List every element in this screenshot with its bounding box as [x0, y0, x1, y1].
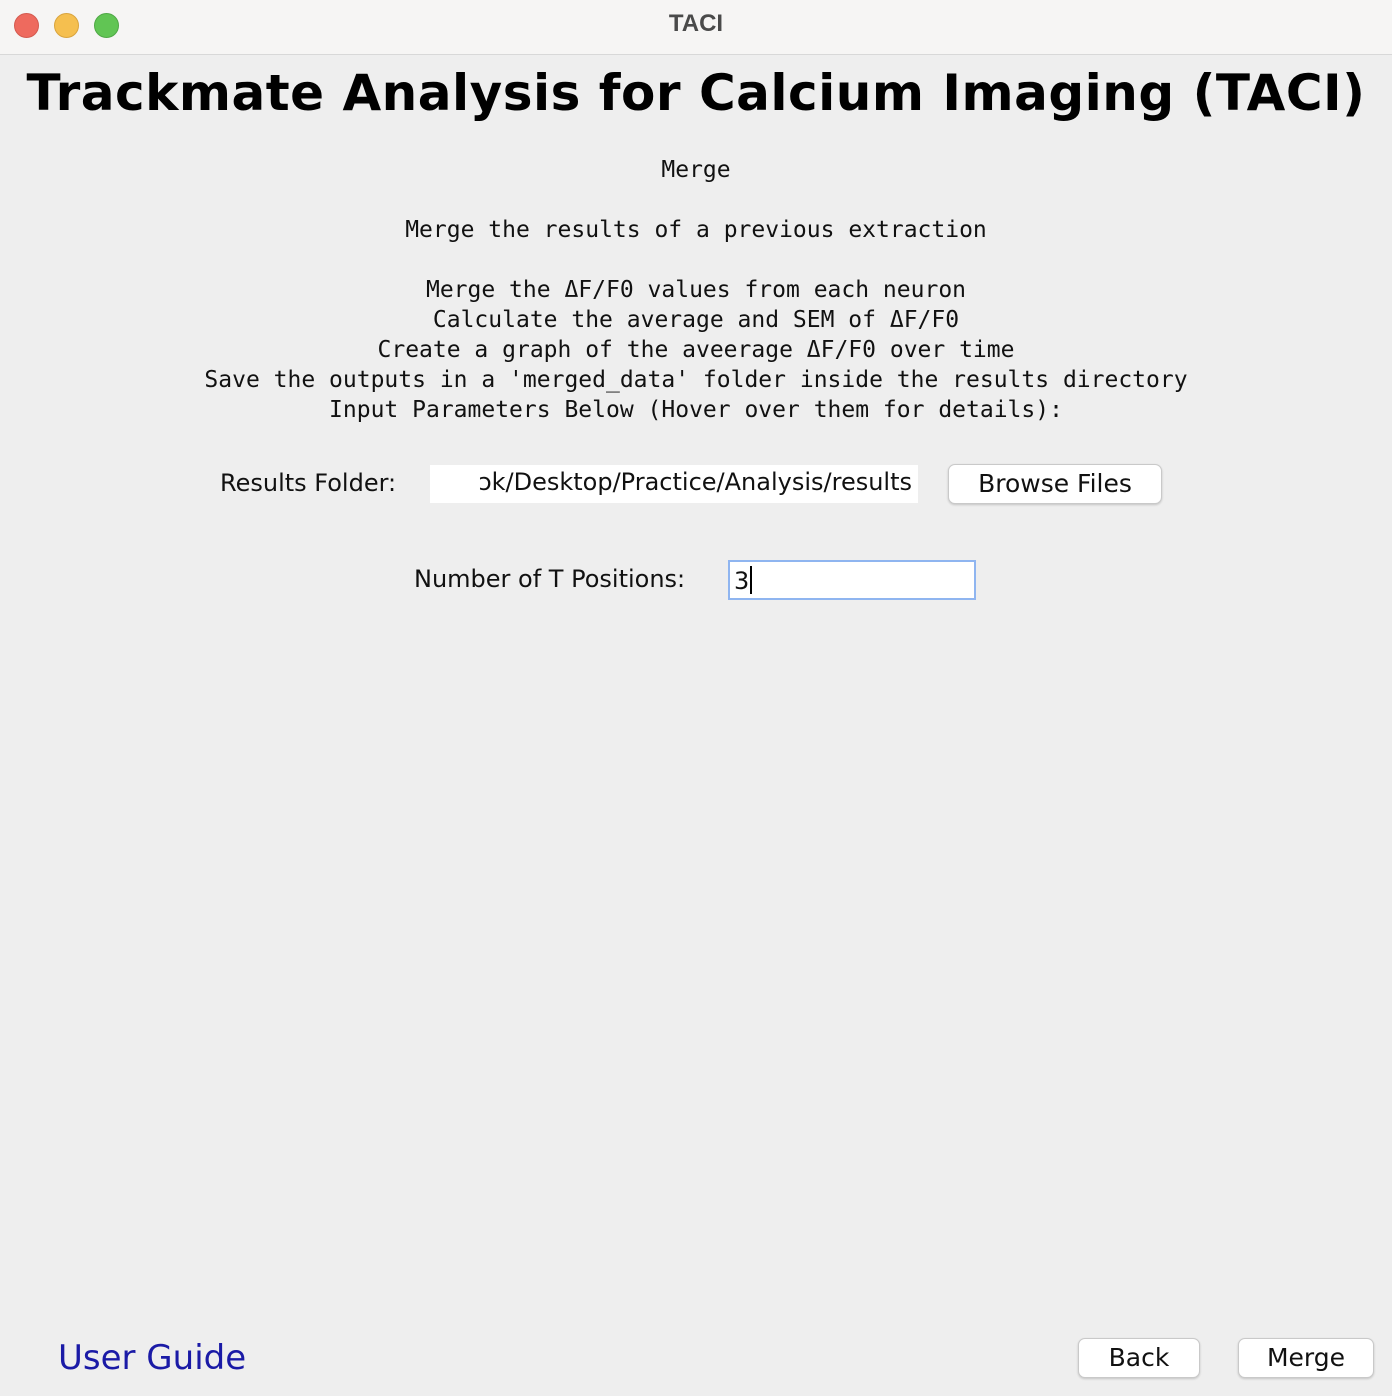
step-line: Save the outputs in a 'merged_data' fold…	[204, 367, 1188, 393]
t-positions-input[interactable]: 3	[728, 560, 976, 600]
t-positions-label: Number of T Positions:	[414, 565, 686, 593]
results-folder-value: ɔk/Desktop/Practice/Analysis/results	[478, 468, 912, 496]
t-positions-value: 3	[734, 567, 750, 595]
app-window: TACI Trackmate Analysis for Calcium Imag…	[0, 0, 1392, 1396]
text-caret	[750, 566, 753, 594]
step-line: Merge the ΔF/F0 values from each neuron	[425, 277, 967, 303]
section-heading: Merge	[661, 157, 731, 183]
browse-files-button[interactable]: Browse Files	[948, 464, 1162, 504]
step-line: Calculate the average and SEM of ΔF/F0	[432, 307, 960, 333]
results-folder-input[interactable]: ɔk/Desktop/Practice/Analysis/results	[430, 465, 918, 503]
merge-button[interactable]: Merge	[1238, 1338, 1374, 1378]
window-title: TACI	[668, 10, 724, 37]
user-guide-link[interactable]: User Guide	[58, 1338, 246, 1378]
results-folder-label: Results Folder:	[220, 469, 397, 497]
section-summary: Merge the results of a previous extracti…	[405, 217, 987, 243]
title-bar: TACI	[0, 0, 1392, 55]
back-button[interactable]: Back	[1078, 1338, 1200, 1378]
step-line: Create a graph of the aveerage ΔF/F0 ove…	[377, 337, 1015, 363]
page-title: Trackmate Analysis for Calcium Imaging (…	[26, 64, 1366, 122]
parameters-instruction: Input Parameters Below (Hover over them …	[329, 397, 1063, 423]
